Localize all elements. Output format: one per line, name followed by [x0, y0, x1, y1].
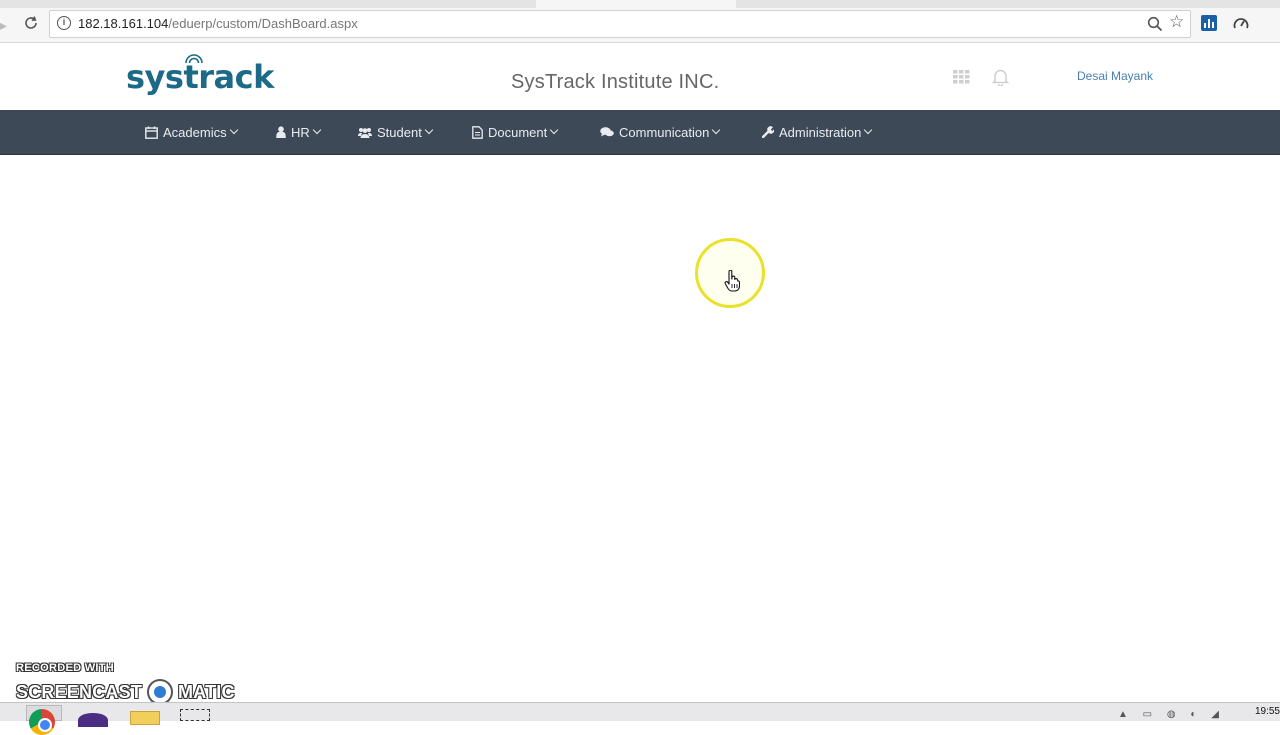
user-icon — [276, 126, 286, 138]
stop-loading-icon[interactable] — [22, 14, 40, 32]
clock-time[interactable]: 19:55 — [1255, 706, 1280, 717]
watermark-brand-left: SCREENCAST — [16, 681, 143, 702]
windows-taskbar: ▲ ▭ ◍ ◐ ◢ 19:55 — [0, 702, 1280, 735]
systrack-logo[interactable]: systrack — [126, 53, 274, 99]
menu-communication[interactable]: Communication — [600, 110, 721, 154]
folder-icon[interactable] — [130, 711, 160, 725]
url-host: 182.18.161.104 — [78, 16, 169, 31]
chevron-down-icon — [712, 125, 721, 135]
menu-academics[interactable]: Academics — [145, 110, 238, 154]
institute-name: SysTrack Institute INC. — [511, 71, 720, 93]
main-menu-bar: Academics HR Student Document Communicat… — [0, 110, 1280, 155]
menu-student-label: Student — [377, 124, 422, 140]
extension-chart-icon[interactable] — [1201, 15, 1217, 31]
chevron-down-icon — [312, 125, 322, 135]
menu-administration[interactable]: Administration — [762, 110, 873, 154]
info-icon[interactable]: i — [57, 16, 71, 30]
bookmark-star-icon[interactable]: ☆ — [1169, 12, 1184, 32]
comments-icon — [600, 126, 614, 136]
apps-grid-icon[interactable] — [953, 70, 970, 84]
hand-pointer-icon — [724, 270, 740, 292]
calendar-icon — [145, 126, 158, 139]
speedometer-icon[interactable] — [1232, 15, 1250, 33]
zoom-icon[interactable] — [1146, 15, 1164, 33]
taskbar-app-icon[interactable] — [78, 713, 108, 727]
menu-communication-label: Communication — [619, 124, 710, 140]
url-path: /eduerp/custom/DashBoard.aspx — [168, 16, 358, 31]
user-menu-link[interactable]: Desai Mayank — [1077, 69, 1153, 83]
chevron-down-icon — [229, 125, 238, 135]
watermark-recorded-with: RECORDED WITH — [16, 662, 115, 674]
chrome-icon — [29, 709, 55, 735]
watermark-brand-right: MATIC — [178, 681, 235, 702]
menu-hr-label: HR — [291, 124, 310, 140]
file-icon — [472, 125, 483, 139]
menu-academics-label: Academics — [163, 124, 227, 140]
wrench-icon — [762, 126, 774, 138]
browser-toolbar: ▸ i 182.18.161.104/eduerp/custom/DashBoa… — [0, 8, 1280, 43]
snipping-tool-icon[interactable] — [180, 709, 210, 721]
chevron-down-icon — [424, 125, 434, 135]
chevron-down-icon — [550, 125, 559, 135]
url-text[interactable]: 182.18.161.104/eduerp/custom/DashBoard.a… — [78, 16, 358, 31]
notification-bell-icon[interactable] — [992, 68, 1009, 86]
menu-document[interactable]: Document — [472, 110, 559, 154]
address-bar[interactable]: i 182.18.161.104/eduerp/custom/DashBoard… — [49, 10, 1191, 38]
logo-text: systrack — [126, 58, 274, 96]
menu-administration-label: Administration — [779, 124, 862, 140]
back-arrow-icon[interactable]: ▸ — [0, 18, 7, 32]
browser-tab-active[interactable] — [536, 0, 736, 8]
site-header: systrack SysTrack Institute INC. Desai M… — [0, 43, 1280, 110]
browser-tab-strip — [0, 0, 1280, 8]
menu-hr[interactable]: HR — [276, 110, 322, 154]
menu-student[interactable]: Student — [358, 110, 434, 154]
users-icon — [358, 127, 372, 138]
dashboard-content — [0, 155, 1280, 702]
menu-document-label: Document — [488, 124, 548, 140]
chevron-down-icon — [864, 125, 873, 135]
system-tray-icons[interactable]: ▲ ▭ ◍ ◐ ◢ — [1118, 709, 1225, 720]
taskbar-chrome-button[interactable] — [26, 705, 62, 735]
